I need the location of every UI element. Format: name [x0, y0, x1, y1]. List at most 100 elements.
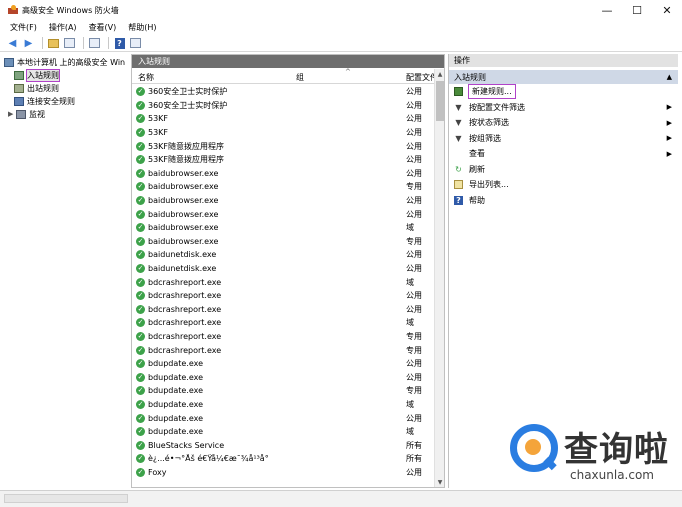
action-new-rule[interactable]: 新建规则...	[449, 84, 678, 100]
table-row[interactable]: ✓ 360安全卫士实时保护 公用	[132, 99, 436, 113]
table-row[interactable]: ✓ è¿...é•¬°Åš é€Ÿå¼€æ¯¾å¹³å° 所有	[132, 452, 436, 466]
table-row[interactable]: ✓ bdupdate.exe 专用	[132, 384, 436, 398]
view-icon	[454, 149, 463, 158]
table-row[interactable]: ✓ baidubrowser.exe 公用	[132, 194, 436, 208]
rule-profile: 公用	[406, 291, 422, 301]
up-folder-icon[interactable]	[47, 37, 60, 50]
menu-help[interactable]: 帮助(H)	[128, 22, 156, 33]
tree-item-label: 出站规则	[27, 83, 59, 93]
scroll-thumb[interactable]	[436, 81, 444, 121]
expand-icon[interactable]: ▶	[8, 110, 14, 118]
rule-name: bdupdate.exe	[148, 372, 204, 382]
firewall-icon	[8, 5, 18, 15]
collapse-icon[interactable]: ▲	[667, 73, 672, 81]
enabled-check-icon: ✓	[136, 304, 145, 314]
rule-name: bdupdate.exe	[148, 400, 204, 410]
column-name[interactable]: 名称	[138, 72, 154, 83]
table-row[interactable]: ✓ baidunetdisk.exe 公用	[132, 262, 436, 276]
table-row[interactable]: ✓ baidubrowser.exe 专用	[132, 235, 436, 249]
action-filter-by-profile[interactable]: ▼ 按配置文件筛选 ▶	[449, 100, 678, 116]
rule-profile: 公用	[406, 114, 422, 124]
table-row[interactable]: ✓ baidubrowser.exe 公用	[132, 167, 436, 181]
enabled-check-icon: ✓	[136, 372, 145, 382]
menu-view[interactable]: 查看(V)	[89, 22, 117, 33]
table-row[interactable]: ✓ 53KF随意拨应用程序 公用	[132, 139, 436, 153]
tree-item-connection-security[interactable]: 连接安全规则	[14, 95, 75, 107]
enabled-check-icon: ✓	[136, 223, 145, 233]
rule-profile: 专用	[406, 182, 422, 192]
table-row[interactable]: ✓ BlueStacks Service 所有	[132, 439, 436, 453]
actions-section-header[interactable]: 入站规则 ▲	[449, 70, 678, 84]
table-row[interactable]: ✓ 360安全卫士实时保护 公用	[132, 85, 436, 99]
action-export-list[interactable]: 导出列表...	[449, 177, 678, 193]
filter-icon: ▼	[455, 133, 462, 143]
rule-name: bdcrashreport.exe	[148, 277, 222, 287]
table-row[interactable]: ✓ bdupdate.exe 公用	[132, 371, 436, 385]
tree-item-outbound[interactable]: 出站规则	[14, 82, 59, 94]
rule-name: baidubrowser.exe	[148, 168, 219, 178]
tree-root[interactable]: 本地计算机 上的高级安全 Win	[4, 56, 125, 68]
tree-item-inbound[interactable]: 入站规则	[14, 68, 60, 82]
enabled-check-icon: ✓	[136, 264, 145, 274]
table-row[interactable]: ✓ baidubrowser.exe 域	[132, 221, 436, 235]
action-pane-icon[interactable]	[129, 37, 142, 50]
table-row[interactable]: ✓ bdcrashreport.exe 公用	[132, 289, 436, 303]
action-help[interactable]: ? 帮助	[449, 193, 678, 209]
table-row[interactable]: ✓ bdcrashreport.exe 公用	[132, 303, 436, 317]
rule-profile: 公用	[406, 100, 422, 110]
navigation-tree: 本地计算机 上的高级安全 Win 入站规则 出站规则 连接安全规则 ▶ 监视	[4, 54, 128, 488]
table-row[interactable]: ✓ 53KF 公用	[132, 112, 436, 126]
table-row[interactable]: ✓ Foxy 公用	[132, 466, 436, 480]
rule-profile: 专用	[406, 345, 422, 355]
watermark-text: 查询啦	[564, 430, 669, 470]
table-row[interactable]: ✓ bdcrashreport.exe 域	[132, 316, 436, 330]
table-row[interactable]: ✓ bdcrashreport.exe 专用	[132, 343, 436, 357]
action-refresh[interactable]: ↻ 刷新	[449, 162, 678, 178]
export-icon[interactable]	[88, 37, 101, 50]
menu-file[interactable]: 文件(F)	[10, 22, 37, 33]
rule-name: baidubrowser.exe	[148, 236, 219, 246]
actions-section-label: 入站规则	[454, 72, 486, 82]
minimize-button[interactable]: —	[592, 0, 622, 20]
menu-action[interactable]: 操作(A)	[49, 22, 77, 33]
column-group[interactable]: 组	[296, 72, 304, 83]
rule-name: bdupdate.exe	[148, 386, 204, 396]
rule-name: baidunetdisk.exe	[148, 250, 217, 260]
enabled-check-icon: ✓	[136, 277, 145, 287]
help-icon[interactable]: ?	[113, 37, 126, 50]
scroll-up-icon[interactable]: ▲	[435, 69, 445, 79]
column-profile[interactable]: 配置文件	[406, 72, 436, 83]
rule-name: 360安全卫士实时保护	[148, 87, 228, 97]
scroll-down-icon[interactable]: ▼	[435, 477, 445, 487]
export-icon	[454, 180, 463, 190]
action-filter-by-state[interactable]: ▼ 按状态筛选 ▶	[449, 115, 678, 131]
table-row[interactable]: ✓ 53KF随意拨应用程序 公用	[132, 153, 436, 167]
show-hide-tree-icon[interactable]	[63, 37, 76, 50]
refresh-icon: ↻	[455, 164, 462, 174]
table-row[interactable]: ✓ baidunetdisk.exe 公用	[132, 248, 436, 262]
enabled-check-icon: ✓	[136, 318, 145, 328]
filter-icon: ▼	[455, 102, 462, 112]
tree-item-monitoring[interactable]: ▶ 监视	[8, 108, 45, 120]
forward-icon[interactable]: ▶	[22, 37, 35, 50]
action-filter-by-group[interactable]: ▼ 按组筛选 ▶	[449, 131, 678, 147]
pane-title: 入站规则	[138, 57, 170, 66]
table-row[interactable]: ✓ bdupdate.exe 域	[132, 425, 436, 439]
table-row[interactable]: ✓ 53KF 公用	[132, 126, 436, 140]
rule-profile: 公用	[406, 209, 422, 219]
table-row[interactable]: ✓ bdupdate.exe 公用	[132, 357, 436, 371]
table-row[interactable]: ✓ baidubrowser.exe 公用	[132, 207, 436, 221]
table-row[interactable]: ✓ bdupdate.exe 域	[132, 398, 436, 412]
table-row[interactable]: ✓ baidubrowser.exe 专用	[132, 180, 436, 194]
table-row[interactable]: ✓ bdupdate.exe 公用	[132, 411, 436, 425]
vertical-scrollbar[interactable]: ▲ ▼	[434, 69, 444, 487]
back-icon[interactable]: ◀	[6, 37, 19, 50]
table-row[interactable]: ✓ bdcrashreport.exe 专用	[132, 330, 436, 344]
maximize-button[interactable]: ☐	[622, 0, 652, 20]
enabled-check-icon: ✓	[136, 128, 145, 138]
action-view[interactable]: 查看 ▶	[449, 146, 678, 162]
horizontal-scrollbar[interactable]	[4, 494, 128, 503]
table-row[interactable]: ✓ bdcrashreport.exe 域	[132, 275, 436, 289]
toolbar-divider	[108, 37, 109, 49]
close-button[interactable]: ✕	[652, 0, 682, 20]
